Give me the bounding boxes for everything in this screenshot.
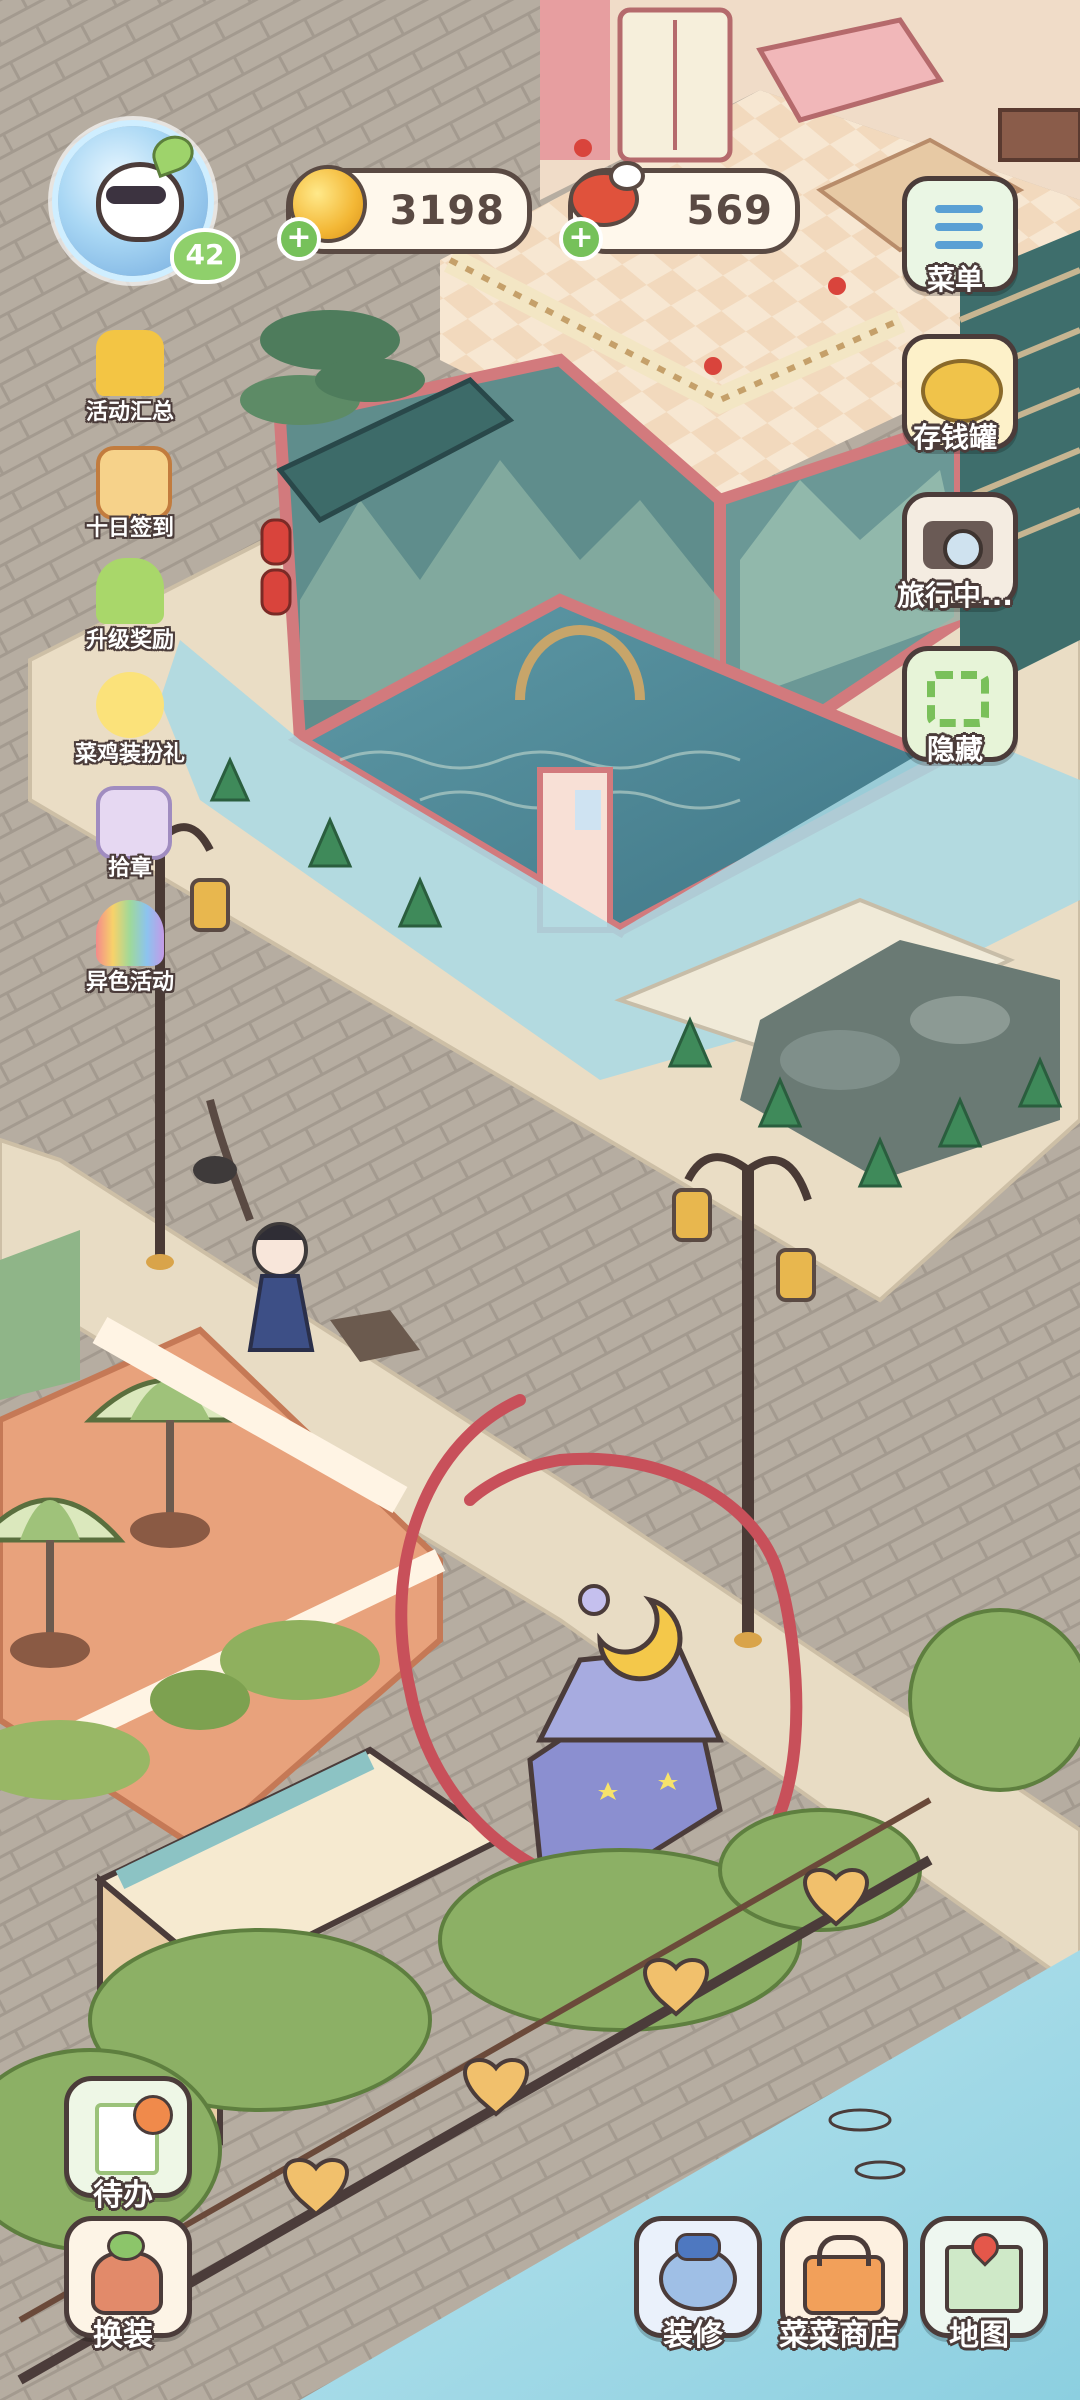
todo-label: 待办 [93,2178,153,2213]
badge-collect-icon [96,786,172,860]
player-avatar[interactable]: 42 [48,122,240,284]
goggles-icon [106,186,166,204]
chick-outfit-gift-label: 菜鸡装扮礼 [74,742,185,767]
shop-label: 菜菜商店 [779,2318,899,2353]
travel-button[interactable]: 旅行中... [896,488,1018,612]
decorate-label: 装修 [663,2318,723,2353]
coin-counter[interactable]: + 3198 [277,165,532,261]
ten-day-checkin-label: 十日签到 [85,516,174,541]
add-meat-button[interactable]: + [559,217,603,261]
coin-amount: 3198 [389,188,505,234]
piggy-bank-button[interactable]: 存钱罐 [896,330,1018,454]
dress-up-label: 换装 [93,2318,153,2353]
hide-ui-button[interactable]: 隐藏 [896,642,1018,766]
badge-collect-label: 拾章 [107,856,152,881]
rainbow-event-button[interactable]: 异色活动 [70,900,190,1010]
shop-button[interactable]: 菜菜商店 [774,2216,908,2356]
ten-day-checkin-icon [96,446,172,520]
dress-up-button[interactable]: 换装 [58,2216,192,2356]
chick-outfit-gift-icon [96,672,164,738]
level-up-reward-button[interactable]: 升级奖励 [70,558,190,668]
rainbow-event-icon [96,900,164,966]
rainbow-event-label: 异色活动 [85,970,174,995]
travel-label: 旅行中... [897,579,1013,612]
main-menu-button[interactable]: 菜单 [896,172,1018,296]
hide-ui-label: 隐藏 [926,733,983,766]
decorate-button[interactable]: 装修 [628,2216,762,2356]
activity-summary-label: 活动汇总 [85,400,174,425]
map-button[interactable]: 地图 [914,2216,1048,2356]
level-up-reward-label: 升级奖励 [85,628,174,653]
activity-summary-icon [96,330,164,396]
piggy-bank-label: 存钱罐 [912,421,997,454]
todo-button[interactable]: 待办 [58,2076,192,2216]
chick-outfit-gift-button[interactable]: 菜鸡装扮礼 [70,672,190,782]
level-badge: 42 [170,228,240,284]
activity-summary-button[interactable]: 活动汇总 [70,330,190,440]
main-menu-label: 菜单 [926,263,983,296]
add-coins-button[interactable]: + [277,217,321,261]
ten-day-checkin-button[interactable]: 十日签到 [70,446,190,556]
meat-counter[interactable]: + 569 [559,161,800,261]
level-up-reward-icon [96,558,164,624]
map-label: 地图 [949,2318,1009,2353]
meat-amount: 569 [686,188,773,234]
badge-collect-button[interactable]: 拾章 [70,786,190,896]
